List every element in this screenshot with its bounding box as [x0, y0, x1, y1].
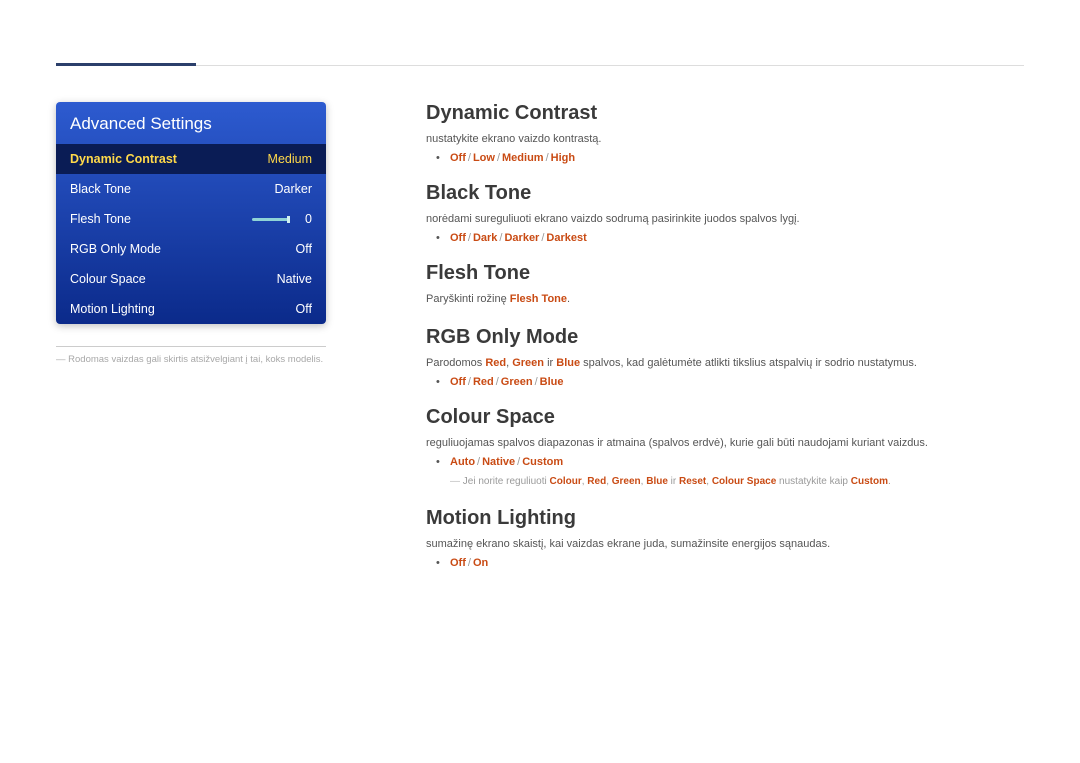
panel-row[interactable]: Black Tone Darker	[56, 174, 326, 204]
heading: Colour Space	[426, 406, 1024, 429]
option: Low	[473, 152, 495, 164]
text: Paryškinti rožinę	[426, 293, 510, 305]
section-black-tone: Black Tone norėdami sureguliuoti ekrano …	[426, 182, 1024, 244]
option: Custom	[522, 456, 563, 468]
panel-row-value: Off	[296, 302, 312, 316]
panel-row-label: Black Tone	[70, 182, 131, 196]
desc: Paryškinti rožinę Flesh Tone.	[426, 291, 1024, 308]
panel-row-label: RGB Only Mode	[70, 242, 161, 256]
colour-space-note: Jei norite reguliuoti Colour, Red, Green…	[450, 474, 1024, 489]
panel-row-label: Colour Space	[70, 272, 146, 286]
heading: RGB Only Mode	[426, 326, 1024, 349]
footnote-rule	[56, 346, 326, 347]
section-dynamic-contrast: Dynamic Contrast nustatykite ekrano vaiz…	[426, 102, 1024, 164]
heading: Motion Lighting	[426, 507, 1024, 530]
option: Green	[501, 376, 533, 388]
desc: norėdami sureguliuoti ekrano vaizdo sodr…	[426, 211, 1024, 228]
option: Darkest	[546, 232, 586, 244]
options: Off/Dark/Darker/Darkest	[440, 232, 1024, 244]
header-rule	[56, 38, 1024, 66]
option: Blue	[540, 376, 564, 388]
panel-row[interactable]: Motion Lighting Off	[56, 294, 326, 324]
option: Darker	[504, 232, 539, 244]
section-rgb-only-mode: RGB Only Mode Parodomos Red, Green ir Bl…	[426, 326, 1024, 388]
panel-row[interactable]: RGB Only Mode Off	[56, 234, 326, 264]
em: Flesh Tone	[510, 293, 567, 305]
option: Dark	[473, 232, 497, 244]
desc: sumažinę ekrano skaistį, kai vaizdas ekr…	[426, 536, 1024, 553]
panel-title: Advanced Settings	[56, 102, 326, 144]
panel-row-value: Medium	[268, 152, 312, 166]
option: Off	[450, 152, 466, 164]
section-flesh-tone: Flesh Tone Paryškinti rožinę Flesh Tone.	[426, 262, 1024, 308]
option: High	[551, 152, 575, 164]
text: .	[567, 293, 570, 305]
panel-row-label: Motion Lighting	[70, 302, 155, 316]
desc: Parodomos Red, Green ir Blue spalvos, ka…	[426, 355, 1024, 372]
slider[interactable]	[252, 218, 290, 221]
panel-row-label: Flesh Tone	[70, 212, 131, 226]
panel-row[interactable]: Dynamic Contrast Medium	[56, 144, 326, 174]
options: Off/Low/Medium/High	[440, 152, 1024, 164]
panel-row[interactable]: Colour Space Native	[56, 264, 326, 294]
heading: Dynamic Contrast	[426, 102, 1024, 125]
desc: nustatykite ekrano vaizdo kontrastą.	[426, 131, 1024, 148]
option: Off	[450, 376, 466, 388]
section-colour-space: Colour Space reguliuojamas spalvos diapa…	[426, 406, 1024, 489]
model-disclaimer: Rodomas vaizdas gali skirtis atsižvelgia…	[56, 353, 356, 367]
panel-row-label: Dynamic Contrast	[70, 152, 177, 166]
panel-row-value: Native	[277, 272, 312, 286]
panel-row-value: Darker	[274, 182, 312, 196]
options: Auto/Native/Custom	[440, 456, 1024, 468]
option: Off	[450, 557, 466, 569]
options: Off/On	[440, 557, 1024, 569]
option: Red	[473, 376, 494, 388]
panel-row-value: 0	[298, 212, 312, 226]
option: Medium	[502, 152, 544, 164]
heading: Black Tone	[426, 182, 1024, 205]
option: Native	[482, 456, 515, 468]
heading: Flesh Tone	[426, 262, 1024, 285]
option: Off	[450, 232, 466, 244]
option: On	[473, 557, 488, 569]
option: Auto	[450, 456, 475, 468]
settings-panel: Advanced Settings Dynamic Contrast Medium…	[56, 102, 326, 324]
desc: reguliuojamas spalvos diapazonas ir atma…	[426, 435, 1024, 452]
panel-row[interactable]: Flesh Tone 0	[56, 204, 326, 234]
panel-row-value: Off	[296, 242, 312, 256]
options: Off/Red/Green/Blue	[440, 376, 1024, 388]
section-motion-lighting: Motion Lighting sumažinę ekrano skaistį,…	[426, 507, 1024, 569]
